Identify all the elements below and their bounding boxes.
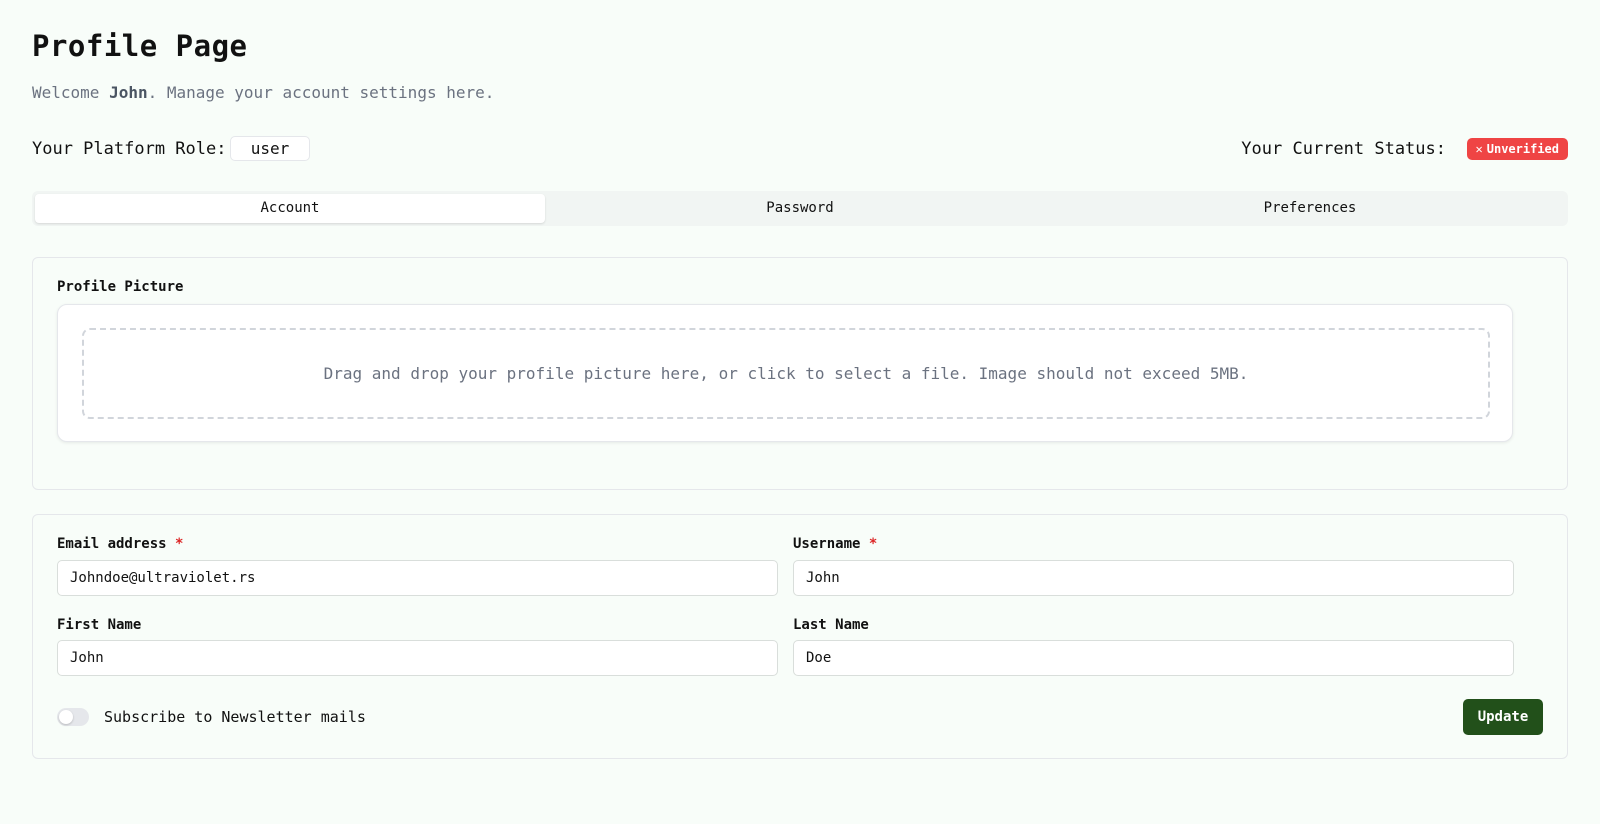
required-mark: *	[175, 536, 184, 552]
status-badge: ✕ Unverified	[1466, 138, 1568, 160]
email-field[interactable]	[57, 560, 778, 596]
role-badge: user	[230, 136, 310, 161]
role-status-row: Your Platform Role: user Your Current St…	[32, 136, 1568, 162]
tab-preferences[interactable]: Preferences	[1055, 194, 1565, 223]
newsletter-label: Subscribe to Newsletter mails	[104, 708, 366, 726]
first-name-label: First Name	[57, 617, 142, 633]
welcome-text: Welcome John. Manage your account settin…	[32, 83, 494, 102]
x-icon: ✕	[1475, 142, 1483, 156]
username-field[interactable]	[793, 560, 1514, 596]
welcome-suffix: . Manage your account settings here.	[147, 83, 495, 102]
tab-list: Account Password Preferences	[32, 191, 1568, 226]
dropzone-container: Drag and drop your profile picture here,…	[57, 304, 1513, 442]
required-mark: *	[868, 536, 878, 552]
email-label: Email address *	[57, 536, 183, 552]
profile-picture-label: Profile Picture	[57, 279, 184, 295]
welcome-name: John	[109, 83, 148, 102]
dropzone-text: Drag and drop your profile picture here,…	[323, 364, 1249, 383]
toggle-knob	[59, 710, 73, 724]
page-title: Profile Page	[32, 29, 248, 63]
last-name-label: Last Name	[793, 617, 869, 633]
newsletter-toggle[interactable]	[57, 708, 89, 726]
status-value: Unverified	[1486, 142, 1559, 156]
username-label: Username *	[793, 536, 877, 552]
profile-picture-card: Profile Picture Drag and drop your profi…	[32, 257, 1568, 490]
email-label-text: Email address	[57, 536, 167, 552]
username-label-text: Username	[793, 536, 861, 552]
last-name-field[interactable]	[793, 640, 1514, 676]
update-button[interactable]: Update	[1463, 699, 1543, 735]
tab-account[interactable]: Account	[35, 194, 545, 223]
file-dropzone[interactable]: Drag and drop your profile picture here,…	[82, 328, 1490, 419]
account-form-card: Email address * Username * First Name La…	[32, 514, 1568, 759]
status-label: Your Current Status:	[1241, 139, 1446, 159]
role-label: Your Platform Role:	[32, 139, 227, 159]
tab-password[interactable]: Password	[545, 194, 1055, 223]
first-name-field[interactable]	[57, 640, 778, 676]
welcome-prefix: Welcome	[32, 83, 110, 102]
